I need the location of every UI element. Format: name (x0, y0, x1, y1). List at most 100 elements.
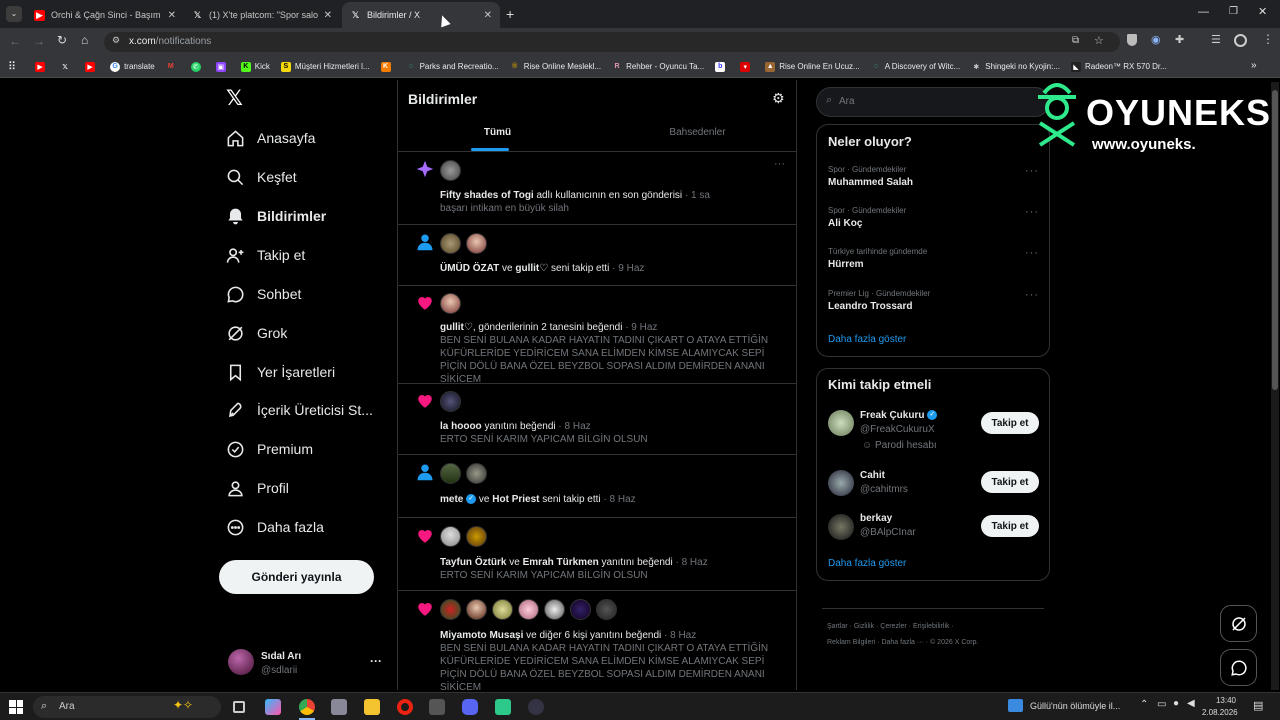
notification-center-icon[interactable]: ▤ (1253, 699, 1263, 712)
calculator-icon[interactable] (429, 699, 445, 715)
chat-app-icon[interactable] (331, 699, 347, 715)
bookmark-k[interactable]: K (380, 61, 395, 72)
notification-item[interactable]: Tayfun Öztürk ve Emrah Türkmen yanıtını … (398, 518, 796, 591)
tab-list-button[interactable]: ⌄ (6, 6, 22, 22)
site-info-icon[interactable]: ⚙ (112, 35, 120, 46)
nav-more[interactable]: Daha fazla (226, 509, 324, 545)
actor-name[interactable]: Miyamoto Musaşi (440, 630, 523, 641)
trend-more-icon[interactable]: ··· (1025, 247, 1039, 259)
notification-settings-icon[interactable]: ⚙ (772, 90, 785, 107)
search-input[interactable]: ⌕ Ara (816, 87, 1050, 117)
bookmark-parks[interactable]: ◌ Parks and Recreatio... (406, 62, 498, 72)
show-more-suggestions-link[interactable]: Daha fazla göster (828, 558, 906, 569)
sidebar-footer-copyright[interactable]: Reklam Bilgileri · Daha fazla ··· · © 20… (827, 639, 978, 646)
minimize-button[interactable]: — (1198, 6, 1209, 18)
shield-extension-icon[interactable] (1127, 34, 1137, 46)
network-icon[interactable]: ▭ (1157, 699, 1166, 710)
reload-icon[interactable]: ↻ (57, 33, 67, 47)
close-window-button[interactable]: ✕ (1258, 5, 1267, 18)
nav-follow[interactable]: Takip et (226, 237, 305, 273)
tab-all[interactable]: Tümü (398, 118, 597, 152)
page-scrollbar[interactable] (1271, 82, 1279, 690)
forward-icon[interactable]: → (33, 34, 45, 48)
bookmark-youtube[interactable]: ▶ (35, 61, 49, 72)
actor-name[interactable]: la hoooo (440, 421, 482, 432)
close-tab-icon[interactable]: ✕ (324, 10, 332, 21)
nav-home[interactable]: Anasayfa (226, 120, 315, 156)
bookmark-radeon[interactable]: ◣ Radeon™ RX 570 Dr... (1070, 61, 1167, 72)
notification-item[interactable]: ··· Fifty shades of Togi adlı kullanıcın… (398, 152, 796, 225)
nav-explore[interactable]: Keşfet (226, 159, 297, 195)
bookmark-musteri[interactable]: S Müşteri Hizmetleri l... (280, 61, 370, 72)
trend-item[interactable]: Premier Lig · Gündemdekiler Leandro Tros… (828, 289, 930, 312)
bookmark-discovery[interactable]: ◌ A Discovery of Witc... (871, 62, 961, 72)
nav-premium[interactable]: Premium (226, 431, 313, 467)
trend-more-icon[interactable]: ··· (1025, 289, 1039, 301)
volume-icon[interactable]: ◀ (1187, 698, 1195, 709)
actor-name[interactable]: Hot Priest (492, 494, 539, 505)
account-switcher[interactable]: Sıdal Arı @sdlarii ··· (224, 646, 384, 682)
tray-chevron-icon[interactable]: ⌃ (1140, 699, 1148, 710)
actor-name[interactable]: Fifty shades of Togi (440, 190, 534, 201)
bookmark-youtube-2[interactable]: ▶ (85, 61, 99, 72)
audio-extension-icon[interactable]: ◉ (1151, 33, 1161, 46)
snipping-tool-icon[interactable] (495, 699, 511, 715)
browser-menu-icon[interactable]: ⋮ (1262, 32, 1274, 46)
actor-name[interactable]: Emrah Türkmen (523, 557, 599, 568)
actor-name[interactable]: gullit♡ (440, 322, 473, 333)
bookmark-translate[interactable]: Gtranslate (110, 61, 155, 72)
bookmark-kick[interactable]: K Kick (240, 61, 270, 72)
more-bookmarks-icon[interactable]: » (1251, 60, 1257, 71)
suggestion-name[interactable]: Freak Çukuru ✓ (860, 410, 938, 421)
nav-creator-studio[interactable]: İçerik Üreticisi St... (226, 392, 373, 428)
suggestion-name[interactable]: Cahit (860, 470, 885, 481)
account-more-icon[interactable]: ··· (370, 654, 382, 668)
task-view-icon[interactable] (233, 701, 245, 713)
address-bar[interactable]: ⚙ x.com/notifications ⧉ ☆ (104, 32, 1120, 52)
nav-bookmarks[interactable]: Yer İşaretleri (226, 354, 335, 390)
grok-float-button[interactable] (1220, 605, 1257, 642)
follow-button[interactable]: Takip et (981, 412, 1039, 434)
apps-icon[interactable]: ⠿ (8, 60, 16, 73)
sidebar-footer-links[interactable]: Şartlar · Gizlilik · Çerezler · Erişileb… (827, 623, 954, 630)
install-app-icon[interactable]: ⧉ (1072, 35, 1079, 46)
actor-name[interactable]: Tayfun Öztürk (440, 557, 506, 568)
new-tab-button[interactable]: + (506, 6, 514, 22)
browser-tab-2[interactable]: 𝕏 (1) X'te platcom: "Spor salonun ✕ (184, 2, 340, 28)
tab-search-icon[interactable]: ☰ (1211, 33, 1221, 46)
bookmark-rehber[interactable]: R Rehber - Oyuncu Ta... (612, 62, 705, 72)
post-button[interactable]: Gönderi yayınla (219, 560, 374, 594)
notification-item[interactable]: la hoooo yanıtını beğendi · 8 Haz ERTO S… (398, 384, 796, 455)
bookmark-star-icon[interactable]: ☆ (1094, 34, 1104, 47)
x-logo-icon[interactable]: 𝕏 (226, 88, 243, 110)
follow-button[interactable]: Takip et (981, 515, 1039, 537)
bookmark-twitch[interactable]: ▣ (215, 61, 230, 72)
file-explorer-icon[interactable] (364, 699, 380, 715)
actor-name[interactable]: ÜMÜD ÖZAT (440, 263, 499, 274)
copilot-icon[interactable] (265, 699, 281, 715)
news-widget[interactable]: Güllü'nün ölümüyle il... (1008, 697, 1128, 717)
nav-profile[interactable]: Profil (226, 470, 289, 506)
windows-start-icon[interactable] (9, 700, 23, 714)
avatar[interactable] (828, 470, 854, 496)
chrome-icon[interactable] (299, 699, 315, 715)
steam-icon[interactable] (528, 699, 544, 715)
maximize-button[interactable]: ❐ (1229, 6, 1238, 17)
close-tab-icon[interactable]: ✕ (168, 10, 176, 21)
bookmark-gmail[interactable]: M (166, 62, 180, 72)
browser-tab-3[interactable]: 𝕏 Bildirimler / X ✕ (342, 2, 500, 28)
microphone-icon[interactable]: ● (1173, 698, 1179, 709)
avatar[interactable] (828, 514, 854, 540)
nav-notifications[interactable]: Bildirimler (226, 198, 326, 234)
browser-tab-1[interactable]: ▶ Orchi & Çağn Sinci - Başım Belı ✕ (26, 2, 184, 28)
nav-chat[interactable]: Sohbet (226, 276, 301, 312)
back-icon[interactable]: ← (9, 34, 21, 48)
bookmark-rise-meslek[interactable]: ® Rise Online Meslekl... (510, 62, 601, 72)
extensions-icon[interactable]: ✚ (1175, 33, 1184, 46)
nav-grok[interactable]: Grok (226, 315, 287, 351)
notification-item[interactable]: ÜMÜD ÖZAT ve gullit♡ seni takip etti · 9… (398, 225, 796, 286)
actor-name[interactable]: gullit♡ (515, 263, 548, 274)
trend-item[interactable]: Türkiye tarihinde gündemde Hürrem (828, 247, 927, 270)
clock-time[interactable]: 13:40 (1211, 696, 1241, 705)
bookmark-shingeki[interactable]: ✱ Shingeki no Kyojin:... (971, 62, 1060, 72)
